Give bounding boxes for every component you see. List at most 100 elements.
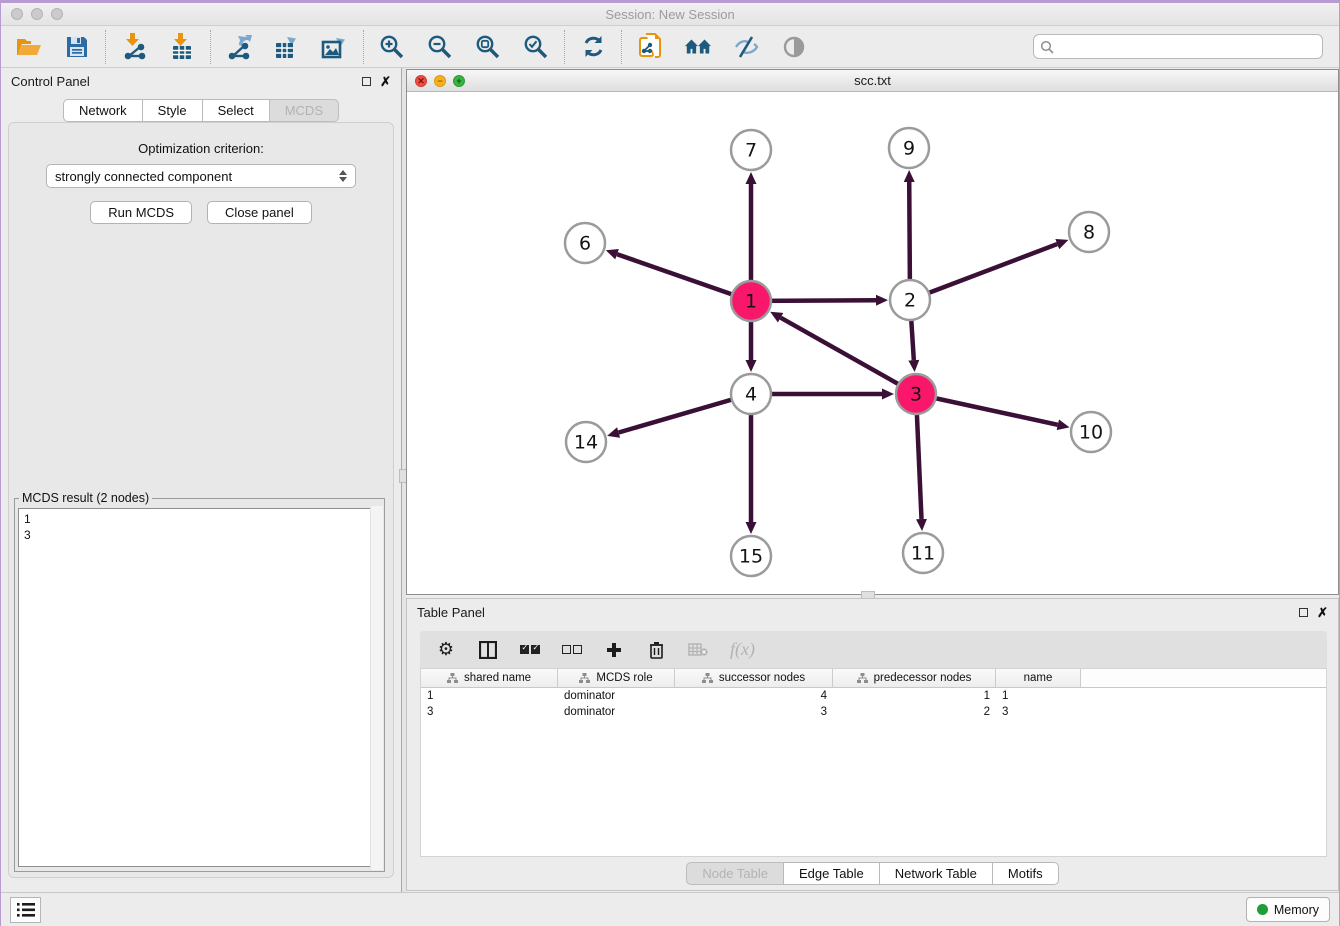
tab-select[interactable]: Select	[202, 99, 270, 122]
zoom-out-icon[interactable]	[426, 33, 454, 61]
graph-node-3[interactable]: 3	[896, 374, 936, 414]
close-panel-icon[interactable]: ✗	[380, 75, 391, 88]
select-all-icon[interactable]	[520, 639, 540, 661]
window-titlebar: Session: New Session	[1, 3, 1339, 26]
export-network-icon[interactable]	[225, 33, 253, 61]
control-panel: Control Panel ✗ Network Style Select MCD…	[1, 68, 402, 892]
svg-text:7: 7	[745, 140, 757, 162]
network-canvas[interactable]: 7 9 6 8 1 2 4 3 14 10 15 11	[407, 92, 1338, 594]
svg-text:6: 6	[579, 233, 591, 255]
memory-label: Memory	[1274, 903, 1319, 917]
task-history-button[interactable]	[10, 897, 41, 923]
graph-node-2[interactable]: 2	[890, 280, 930, 320]
hide-graphics-details-icon[interactable]	[732, 33, 760, 61]
cell-shared-name[interactable]: 1	[421, 690, 558, 702]
cell-mcds-role[interactable]: dominator	[558, 690, 675, 702]
show-graphics-details-icon	[780, 33, 808, 61]
table-row[interactable]: 3 dominator 3 2 3	[421, 704, 1326, 720]
tab-node-table[interactable]: Node Table	[686, 862, 784, 885]
network-window-titlebar[interactable]: ✕ − + scc.txt	[407, 70, 1338, 92]
refresh-icon[interactable]	[579, 33, 607, 61]
graph-node-11[interactable]: 11	[903, 533, 943, 573]
tab-style[interactable]: Style	[142, 99, 203, 122]
graph-node-1[interactable]: 1	[731, 281, 771, 321]
optimization-criterion-dropdown[interactable]: strongly connected component	[46, 164, 356, 188]
tab-mcds[interactable]: MCDS	[269, 99, 339, 122]
export-image-icon[interactable]	[321, 33, 349, 61]
cell-mcds-role[interactable]: dominator	[558, 706, 675, 718]
float-table-panel-icon[interactable]	[1299, 608, 1308, 617]
graph-node-6[interactable]: 6	[565, 223, 605, 263]
clone-network-icon[interactable]	[636, 33, 664, 61]
graph-node-10[interactable]: 10	[1071, 412, 1111, 452]
network-close-icon[interactable]: ✕	[415, 75, 427, 87]
zoom-selected-icon[interactable]	[522, 33, 550, 61]
edge-3-1[interactable]	[781, 318, 916, 394]
column-layout-icon[interactable]	[478, 639, 498, 661]
float-panel-icon[interactable]	[362, 77, 371, 86]
table-tabs: Node Table Edge Table Network Table Moti…	[686, 862, 1058, 885]
delete-column-icon[interactable]	[646, 639, 666, 661]
search-input[interactable]	[1054, 40, 1316, 54]
graph-node-8[interactable]: 8	[1069, 212, 1109, 252]
graph-node-15[interactable]: 15	[731, 536, 771, 576]
tab-motifs[interactable]: Motifs	[992, 862, 1059, 885]
run-mcds-button[interactable]: Run MCDS	[90, 201, 192, 224]
table-tabs-footer: Node Table Edge Table Network Table Moti…	[407, 857, 1338, 890]
result-scrollbar[interactable]	[370, 506, 383, 870]
edge-3-10[interactable]	[916, 394, 1058, 425]
column-header-successor-nodes[interactable]: successor nodes	[675, 669, 833, 687]
node-table[interactable]: shared name MCDS role successor nodes pr…	[420, 668, 1327, 857]
export-table-icon[interactable]	[273, 33, 301, 61]
save-session-icon[interactable]	[63, 33, 91, 61]
zoom-fit-icon[interactable]	[474, 33, 502, 61]
close-table-panel-icon[interactable]: ✗	[1317, 606, 1328, 619]
graph-node-14[interactable]: 14	[566, 422, 606, 462]
table-row[interactable]: 1 dominator 4 1 1	[421, 688, 1326, 704]
svg-text:11: 11	[911, 543, 935, 565]
network-graph[interactable]: 7 9 6 8 1 2 4 3 14 10 15 11	[407, 92, 1338, 594]
column-header-mcds-role[interactable]: MCDS role	[558, 669, 675, 687]
control-panel-tabs: Network Style Select MCDS	[63, 99, 339, 122]
cell-predecessor-nodes[interactable]: 1	[833, 690, 996, 702]
open-file-icon[interactable]	[15, 33, 43, 61]
main-toolbar	[1, 26, 1339, 68]
cell-shared-name[interactable]: 3	[421, 706, 558, 718]
zoom-in-icon[interactable]	[378, 33, 406, 61]
tab-network-table[interactable]: Network Table	[879, 862, 993, 885]
graph-node-4[interactable]: 4	[731, 374, 771, 414]
close-panel-button[interactable]: Close panel	[207, 201, 312, 224]
cell-successor-nodes[interactable]: 4	[675, 690, 833, 702]
import-table-icon[interactable]	[168, 33, 196, 61]
search-box[interactable]	[1033, 34, 1323, 59]
graph-node-9[interactable]: 9	[889, 128, 929, 168]
tab-edge-table[interactable]: Edge Table	[783, 862, 880, 885]
cell-name[interactable]: 1	[996, 690, 1081, 702]
import-network-icon[interactable]	[120, 33, 148, 61]
svg-text:14: 14	[574, 432, 598, 454]
column-header-shared-name[interactable]: shared name	[421, 669, 558, 687]
column-header-predecessor-nodes[interactable]: predecessor nodes	[833, 669, 996, 687]
column-header-name[interactable]: name	[996, 669, 1081, 687]
settings-gear-icon[interactable]: ⚙	[436, 639, 456, 661]
memory-status-icon	[1257, 904, 1268, 915]
memory-button[interactable]: Memory	[1246, 897, 1330, 922]
mcds-result-text[interactable]: 1 3	[18, 508, 381, 867]
edge-1-6[interactable]	[617, 254, 751, 301]
add-column-icon[interactable]	[604, 639, 624, 661]
deselect-all-icon[interactable]	[562, 639, 582, 661]
status-bar: Memory	[1, 892, 1339, 926]
graph-node-7[interactable]: 7	[731, 130, 771, 170]
function-builder-icon: f(x)	[730, 639, 755, 661]
cell-successor-nodes[interactable]: 3	[675, 706, 833, 718]
network-maximize-icon[interactable]: +	[453, 75, 465, 87]
svg-text:2: 2	[904, 290, 916, 312]
network-minimize-icon[interactable]: −	[434, 75, 446, 87]
edge-2-8[interactable]	[910, 244, 1057, 300]
svg-text:1: 1	[745, 291, 757, 313]
first-neighbors-icon[interactable]	[684, 33, 712, 61]
tab-network[interactable]: Network	[63, 99, 143, 122]
cell-predecessor-nodes[interactable]: 2	[833, 706, 996, 718]
cell-name[interactable]: 3	[996, 706, 1081, 718]
tree-icon	[857, 673, 868, 683]
